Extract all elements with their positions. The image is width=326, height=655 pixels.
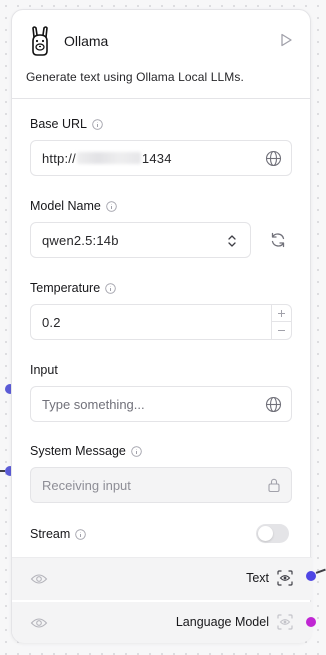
base-url-input[interactable]: http:// 1434	[30, 140, 292, 176]
ollama-node[interactable]: Ollama Generate text using Ollama Local …	[11, 9, 312, 643]
system-message-input: Receiving input	[30, 467, 292, 503]
base-url-label: Base URL	[30, 117, 87, 131]
model-name-field: Model Name qwen2.5:14b	[30, 198, 292, 258]
output-row-text: Text	[12, 557, 312, 600]
stream-field: Stream	[30, 524, 292, 546]
scan-eye-icon[interactable]	[277, 614, 293, 635]
chevron-up-down-icon	[226, 233, 238, 252]
lock-icon	[267, 477, 281, 496]
system-message-field: System Message Receiving input	[30, 443, 292, 503]
temperature-field: Temperature 0.2	[30, 280, 292, 340]
temperature-value: 0.2	[42, 314, 61, 330]
text-output-label: Text	[246, 571, 269, 585]
decrement-button[interactable]	[272, 322, 291, 338]
increment-button[interactable]	[272, 305, 291, 322]
input-text-field[interactable]: Type something...	[30, 386, 292, 422]
input-label: Input	[30, 363, 58, 377]
model-name-value: qwen2.5:14b	[42, 232, 119, 248]
eye-icon[interactable]	[30, 616, 48, 635]
redacted-host	[76, 152, 141, 164]
base-url-field: Base URL http:// 1434	[30, 116, 292, 176]
globe-icon[interactable]	[265, 396, 282, 413]
edge-line	[315, 568, 326, 574]
stream-label: Stream	[30, 527, 71, 541]
node-description: Generate text using Ollama Local LLMs.	[26, 70, 244, 84]
temperature-label: Temperature	[30, 281, 101, 295]
scan-eye-icon[interactable]	[277, 570, 293, 591]
system-message-placeholder: Receiving input	[42, 477, 131, 493]
refresh-icon[interactable]	[269, 231, 287, 254]
info-icon[interactable]	[131, 445, 142, 457]
edge-line	[0, 470, 5, 472]
base-url-value-prefix: http://	[42, 150, 76, 166]
model-name-select[interactable]: qwen2.5:14b	[30, 222, 251, 258]
system-message-label: System Message	[30, 444, 126, 458]
model-name-label: Model Name	[30, 199, 101, 213]
info-icon[interactable]	[106, 200, 117, 212]
node-header: Ollama Generate text using Ollama Local …	[12, 10, 310, 99]
language-model-output-handle[interactable]	[306, 617, 316, 627]
play-icon[interactable]	[278, 32, 294, 48]
globe-icon[interactable]	[265, 150, 282, 167]
info-icon[interactable]	[75, 528, 87, 540]
node-title: Ollama	[64, 33, 109, 49]
info-icon[interactable]	[105, 282, 116, 294]
text-output-handle[interactable]	[306, 571, 316, 581]
stream-toggle[interactable]	[256, 524, 289, 543]
base-url-value-suffix: 1434	[141, 150, 172, 166]
output-row-language-model: Language Model	[12, 602, 312, 643]
llama-icon	[26, 24, 54, 58]
input-placeholder: Type something...	[42, 396, 145, 412]
temperature-input[interactable]: 0.2	[30, 304, 292, 340]
info-icon[interactable]	[92, 118, 103, 130]
input-field: Input Type something...	[30, 362, 292, 422]
language-model-output-label: Language Model	[175, 615, 269, 629]
eye-icon[interactable]	[30, 572, 48, 591]
